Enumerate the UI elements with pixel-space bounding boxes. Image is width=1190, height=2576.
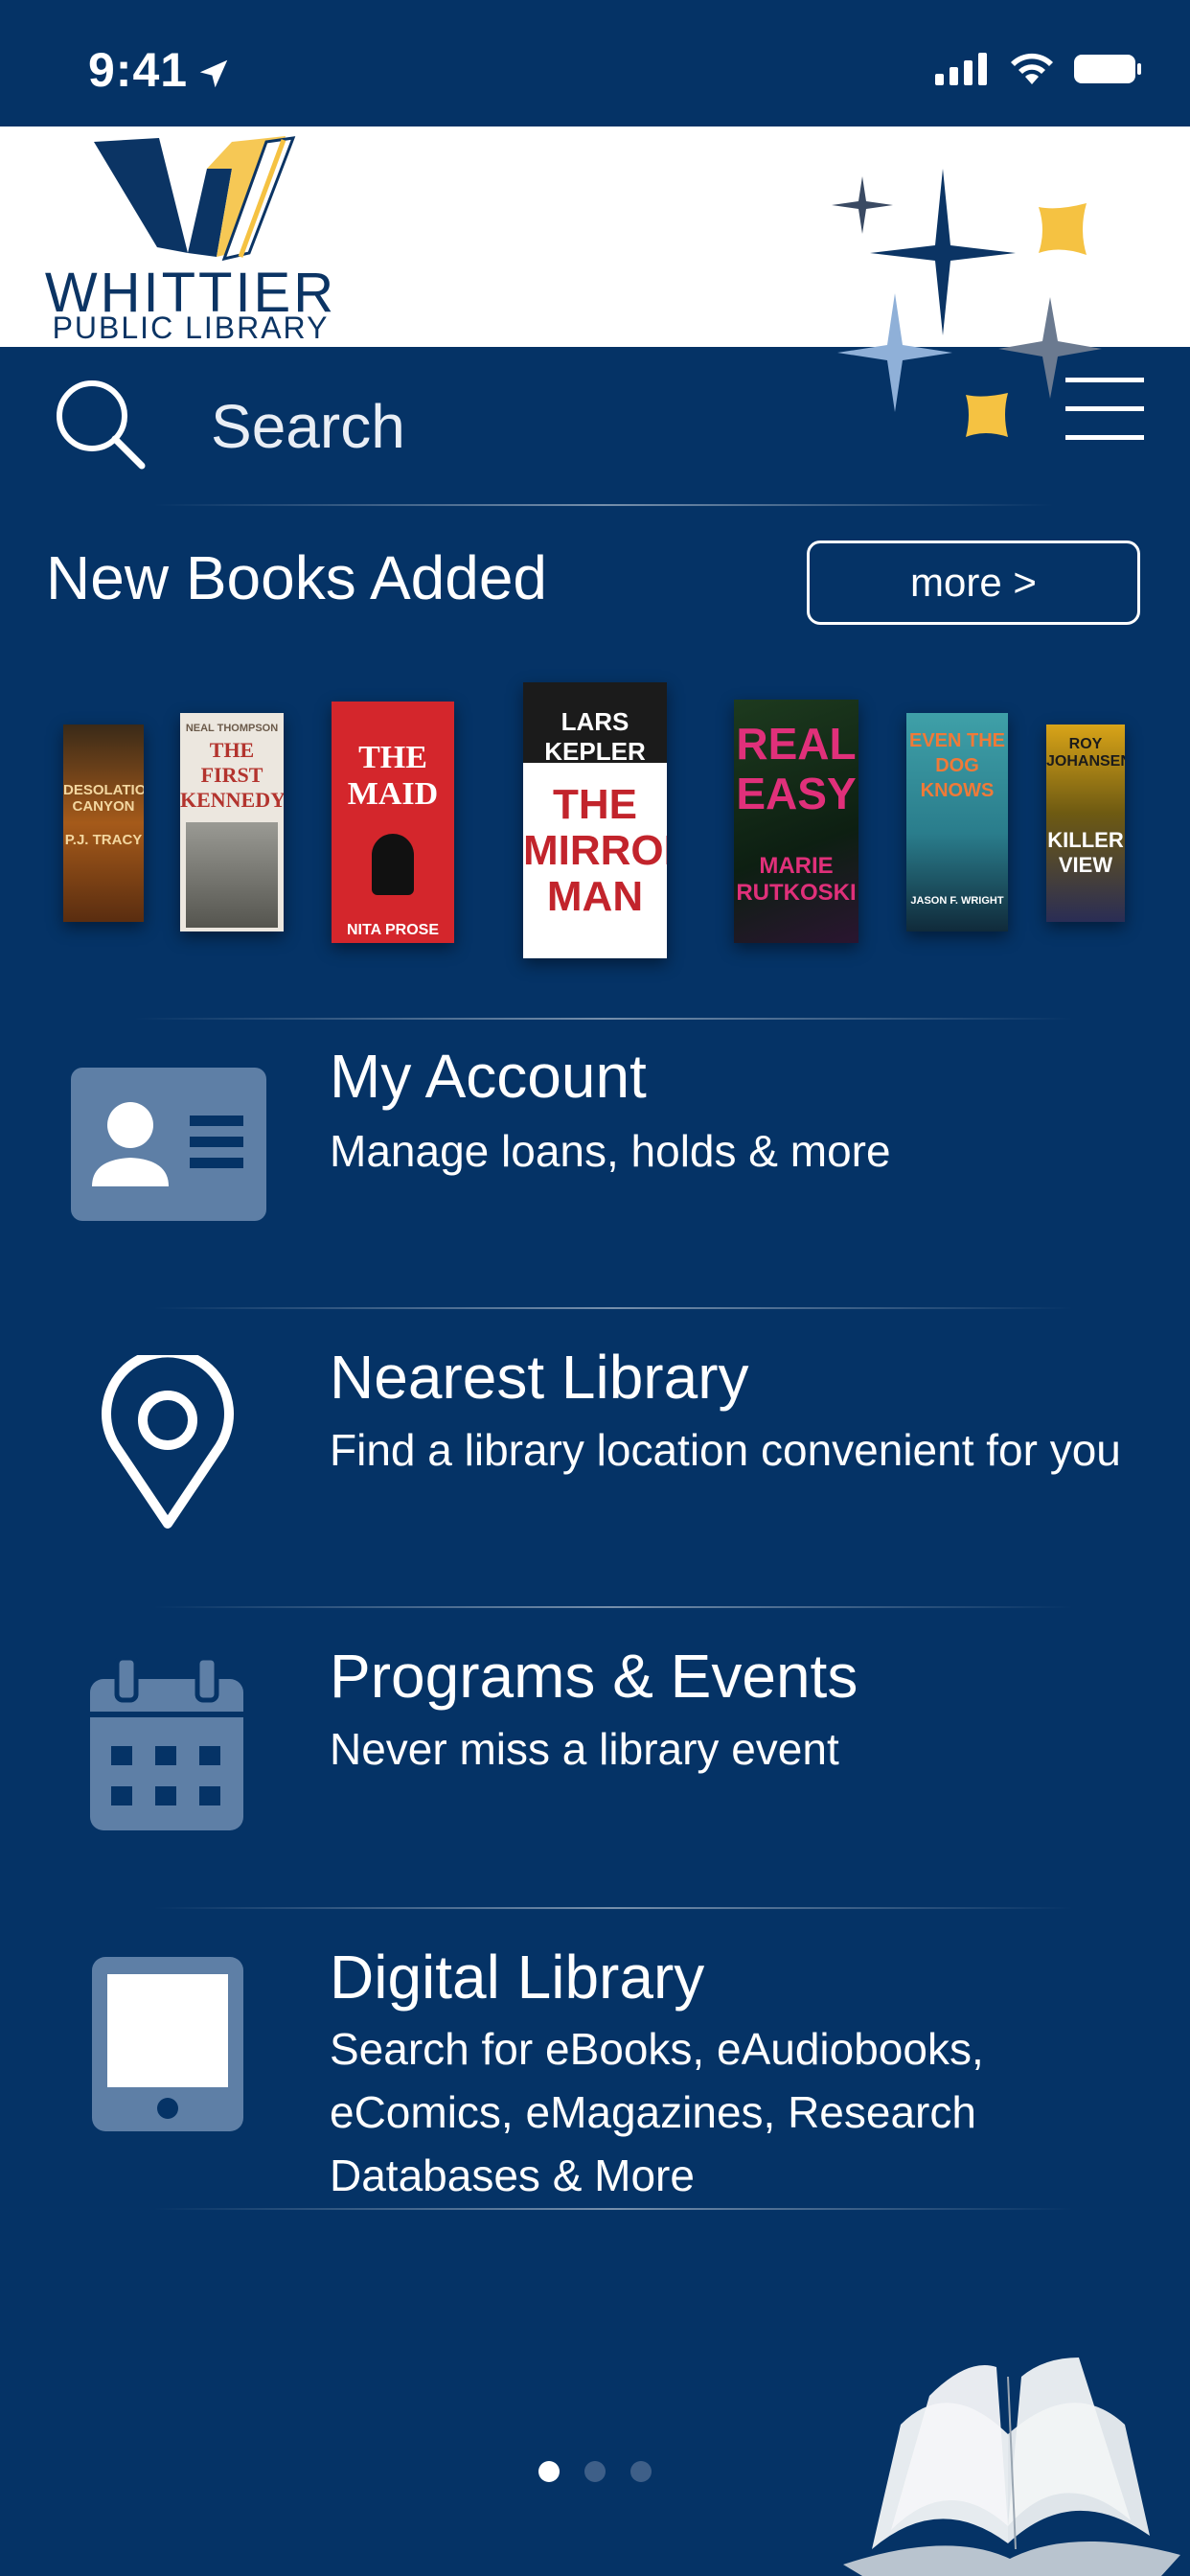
tablet-icon[interactable] <box>92 1957 243 2131</box>
calendar-icon[interactable] <box>90 1658 243 1830</box>
divider <box>134 1018 1073 1020</box>
book-cover[interactable]: LARS KEPLER THE MIRROR MAN <box>523 682 667 958</box>
book-cover[interactable]: NEAL THOMPSON THE FIRST KENNEDYS <box>180 713 284 932</box>
divider <box>153 1307 1073 1309</box>
status-bar: 9:41 <box>0 0 1190 126</box>
book-cover[interactable]: REAL EASY MARIE RUTKOSKI <box>734 700 858 943</box>
divider <box>153 2208 1073 2210</box>
divider <box>153 504 1054 506</box>
status-icons <box>935 52 1142 86</box>
book-cover[interactable]: THE MAID NITA PROSE <box>332 702 454 943</box>
nearest-library-subtitle: Find a library location convenient for y… <box>330 1425 1121 1475</box>
new-books-title: New Books Added <box>46 543 547 612</box>
divider <box>153 1606 1073 1608</box>
divider <box>153 1907 1073 1909</box>
library-logo-icon <box>94 136 296 262</box>
map-pin-icon[interactable] <box>100 1355 236 1531</box>
more-books-button[interactable]: more > <box>807 540 1140 625</box>
hamburger-menu-icon[interactable] <box>1065 376 1144 443</box>
book-cover[interactable]: DESOLATION CANYON P.J. TRACY <box>63 724 144 922</box>
location-arrow-icon <box>199 59 228 88</box>
book-cover[interactable]: EVEN THE DOG KNOWS JASON F. WRIGHT <box>906 713 1008 932</box>
search-icon[interactable] <box>52 376 148 472</box>
digital-library-title[interactable]: Digital Library <box>330 1942 704 2012</box>
id-card-icon[interactable] <box>71 1068 266 1221</box>
page-dot-active[interactable] <box>538 2461 560 2482</box>
status-time: 9:41 <box>88 43 189 97</box>
page-dot[interactable] <box>630 2461 652 2482</box>
my-account-title[interactable]: My Account <box>330 1041 647 1112</box>
digital-library-subtitle: Search for eBooks, eAudiobooks, eComics,… <box>330 2024 984 2200</box>
logo-subtitle: PUBLIC LIBRARY <box>52 310 330 345</box>
open-book-icon <box>843 2358 1180 2576</box>
wifi-icon <box>1011 53 1053 84</box>
my-account-subtitle: Manage loans, holds & more <box>330 1126 891 1176</box>
programs-events-subtitle: Never miss a library event <box>330 1724 839 1774</box>
signal-icon <box>935 53 987 85</box>
search-input[interactable]: Search <box>211 391 405 462</box>
programs-events-title[interactable]: Programs & Events <box>330 1641 858 1712</box>
battery-icon <box>1074 55 1141 83</box>
book-cover[interactable]: ROY JOHANSEN KILLER VIEW <box>1046 724 1125 922</box>
nearest-library-title[interactable]: Nearest Library <box>330 1342 749 1413</box>
page-dot[interactable] <box>584 2461 606 2482</box>
